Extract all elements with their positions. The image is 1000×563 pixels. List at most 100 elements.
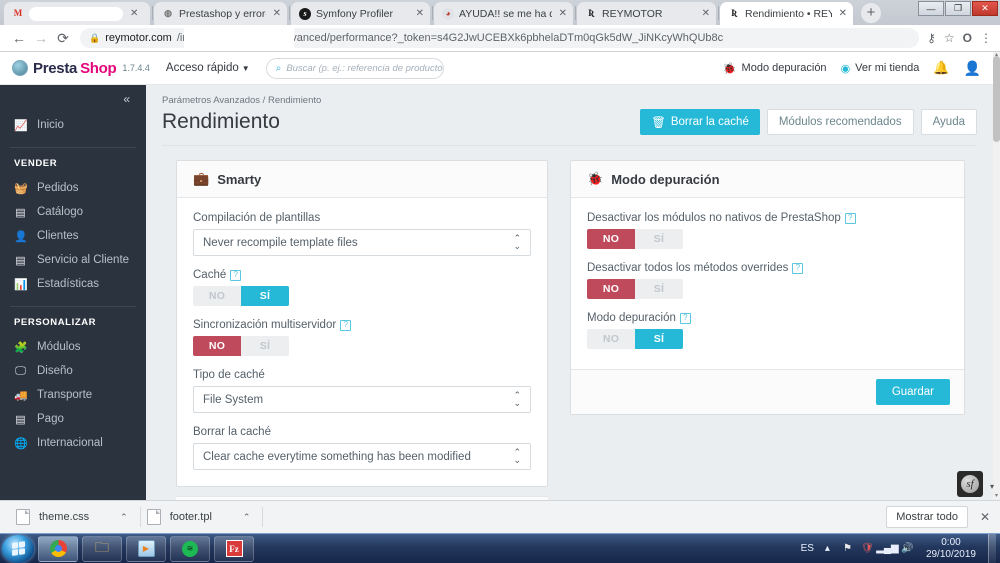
opera-extension-icon[interactable]: O [963, 31, 972, 45]
network-icon[interactable]: ▂▄▆ [876, 542, 898, 555]
save-button[interactable]: Guardar [875, 379, 950, 405]
clear-cache-field-label: Borrar la caché [193, 426, 271, 438]
close-downloads-bar-icon[interactable]: ✕ [980, 510, 990, 524]
symfony-toolbar-caret-icon[interactable]: ▾ [990, 482, 994, 491]
prestashop-logo[interactable]: Presta Shop [12, 60, 117, 77]
disable-overrides-toggle-no[interactable]: NO [587, 279, 635, 299]
help-icon[interactable]: ? [340, 319, 352, 331]
tab-close-icon[interactable]: ✕ [559, 8, 567, 19]
cache-type-select[interactable]: File System ⌃ ⌄ [193, 386, 531, 413]
disable-nonnative-toggle[interactable]: NO SÍ [587, 229, 683, 249]
search-input[interactable]: ⌕ Buscar (p. ej.: referencia de producto… [265, 57, 444, 79]
clear-cache-select[interactable]: Clear cache everytime something has been… [193, 443, 531, 470]
help-button[interactable]: Ayuda [920, 109, 977, 135]
window-close-button[interactable]: ✕ [972, 1, 998, 16]
chrome-menu-icon[interactable]: ⋮ [980, 31, 992, 45]
browser-tab-prestashop-errores[interactable]: ◍ Prestashop y errores co ✕ [154, 2, 287, 25]
clear-cache-button[interactable]: 🗑 Borrar la caché [640, 109, 760, 135]
scroll-down-icon[interactable]: ▾ [993, 493, 1000, 500]
debug-mode-toggle[interactable]: NO SÍ [587, 329, 683, 349]
scrollbar-thumb[interactable] [993, 56, 1000, 142]
security-icon[interactable]: 🛡 [861, 542, 874, 555]
tray-language[interactable]: ES [801, 543, 814, 554]
chevron-up-icon[interactable]: ⌃ [120, 512, 128, 523]
browser-tab-reymotor[interactable]: Ʀ REYMOTOR ✕ [577, 2, 716, 25]
symfony-profiler-toolbar[interactable]: sf [957, 471, 983, 497]
address-bar[interactable]: 🔒 reymotor.com /index.php/configure/adva… [80, 28, 920, 48]
page-scrollbar[interactable]: ▴ ▾ [993, 52, 1000, 500]
sidebar-collapse-button[interactable]: « [0, 85, 146, 113]
help-icon[interactable]: ? [792, 262, 804, 274]
notification-bell-icon[interactable]: 🔔 [933, 60, 949, 76]
recommended-modules-button[interactable]: Módulos recomendados [766, 109, 914, 135]
show-desktop-button[interactable] [988, 533, 996, 563]
template-compilation-select[interactable]: Never recompile template files ⌃ ⌄ [193, 229, 531, 256]
smarty-card-title: Smarty [217, 171, 262, 187]
sidebar-item-clientes[interactable]: 👤 Clientes [0, 224, 146, 248]
taskbar-button-chrome[interactable] [38, 535, 78, 562]
debug-mode-toggle-no[interactable]: NO [587, 329, 635, 349]
volume-icon[interactable]: 🔊 [901, 542, 914, 555]
window-maximize-button[interactable]: ❐ [945, 1, 971, 16]
new-tab-button[interactable]: + [860, 1, 882, 24]
tab-close-icon[interactable]: ✕ [839, 8, 847, 19]
multiserver-toggle[interactable]: NO SÍ [193, 336, 289, 356]
sidebar-item-inicio[interactable]: 📈 Inicio [0, 113, 146, 137]
back-icon[interactable]: ← [8, 27, 30, 49]
chevron-up-icon[interactable]: ⌃ [243, 512, 251, 523]
trend-chart-icon: 📈 [14, 119, 28, 132]
tab-close-icon[interactable]: ✕ [702, 8, 710, 19]
taskbar-clock[interactable]: 0:00 29/10/2019 [921, 537, 981, 561]
download-item-theme-css[interactable]: theme.css ⌃ [10, 505, 140, 529]
browser-tab-gmail[interactable]: M ✕ [4, 2, 150, 25]
taskbar-button-media-player[interactable]: ▶ [126, 535, 166, 562]
view-shop-link[interactable]: ◉ Ver mi tienda [841, 62, 920, 75]
sidebar-item-label: Inicio [37, 119, 64, 131]
cache-toggle-yes[interactable]: SÍ [241, 286, 289, 306]
sidebar-item-modulos[interactable]: 🧩 Módulos [0, 335, 146, 359]
sidebar-item-servicio-al-cliente[interactable]: ▤ Servicio al Cliente [0, 248, 146, 272]
help-icon[interactable]: ? [844, 212, 856, 224]
tab-close-icon[interactable]: ✕ [130, 8, 138, 19]
cache-toggle[interactable]: NO SÍ [193, 286, 289, 306]
debug-mode-toggle-yes[interactable]: SÍ [635, 329, 683, 349]
show-all-downloads-button[interactable]: Mostrar todo [886, 506, 968, 528]
sidebar-item-pago[interactable]: ▤ Pago [0, 407, 146, 431]
disable-overrides-toggle[interactable]: NO SÍ [587, 279, 683, 299]
sidebar-item-pedidos[interactable]: 🧺 Pedidos [0, 176, 146, 200]
flag-icon[interactable]: ⚑ [841, 542, 854, 555]
download-item-footer-tpl[interactable]: footer.tpl ⌃ [141, 505, 263, 529]
multiserver-toggle-no[interactable]: NO [193, 336, 241, 356]
disable-nonnative-toggle-yes[interactable]: SÍ [635, 229, 683, 249]
sidebar-item-transporte[interactable]: 🚚 Transporte [0, 383, 146, 407]
disable-nonnative-toggle-no[interactable]: NO [587, 229, 635, 249]
sidebar-item-diseno[interactable]: 🖵 Diseño [0, 359, 146, 383]
sidebar-item-internacional[interactable]: 🌐 Internacional [0, 431, 146, 455]
windows-start-icon[interactable] [2, 534, 34, 563]
sidebar-item-estadisticas[interactable]: 📊 Estadísticas [0, 272, 146, 296]
sidebar-item-catalogo[interactable]: ▤ Catálogo [0, 200, 146, 224]
quick-access-dropdown[interactable]: Acceso rápido ▼ [166, 62, 250, 74]
forward-icon[interactable]: → [30, 27, 52, 49]
help-icon[interactable]: ? [230, 269, 242, 281]
browser-tab-ayuda[interactable]: ◕ AYUDA!! se me ha desc ✕ [434, 2, 573, 25]
key-icon[interactable]: ⚷ [927, 31, 936, 45]
taskbar-button-spotify[interactable]: ≋ [170, 535, 210, 562]
reload-icon[interactable]: ⟳ [52, 27, 74, 49]
window-minimize-button[interactable]: — [918, 1, 944, 16]
tab-close-icon[interactable]: ✕ [273, 8, 281, 19]
taskbar-button-filezilla[interactable]: Fz [214, 535, 254, 562]
user-account-icon[interactable]: 👤 [964, 60, 981, 77]
browser-tab-symfony-profiler[interactable]: s Symfony Profiler ✕ [291, 2, 430, 25]
taskbar-button-explorer[interactable]: 🗀 [82, 535, 122, 562]
disable-overrides-toggle-yes[interactable]: SÍ [635, 279, 683, 299]
help-icon[interactable]: ? [679, 312, 691, 324]
smarty-card-header: 💼 Smarty [177, 161, 547, 198]
debug-mode-indicator[interactable]: 🐞 Modo depuración [723, 62, 827, 75]
tray-expand-icon[interactable]: ▴ [821, 542, 834, 555]
bookmark-star-icon[interactable]: ☆ [944, 31, 955, 45]
multiserver-toggle-yes[interactable]: SÍ [241, 336, 289, 356]
tab-close-icon[interactable]: ✕ [416, 8, 424, 19]
browser-tab-rendimiento-active[interactable]: Ʀ Rendimiento • REYMOTO ✕ [720, 2, 853, 25]
cache-toggle-no[interactable]: NO [193, 286, 241, 306]
